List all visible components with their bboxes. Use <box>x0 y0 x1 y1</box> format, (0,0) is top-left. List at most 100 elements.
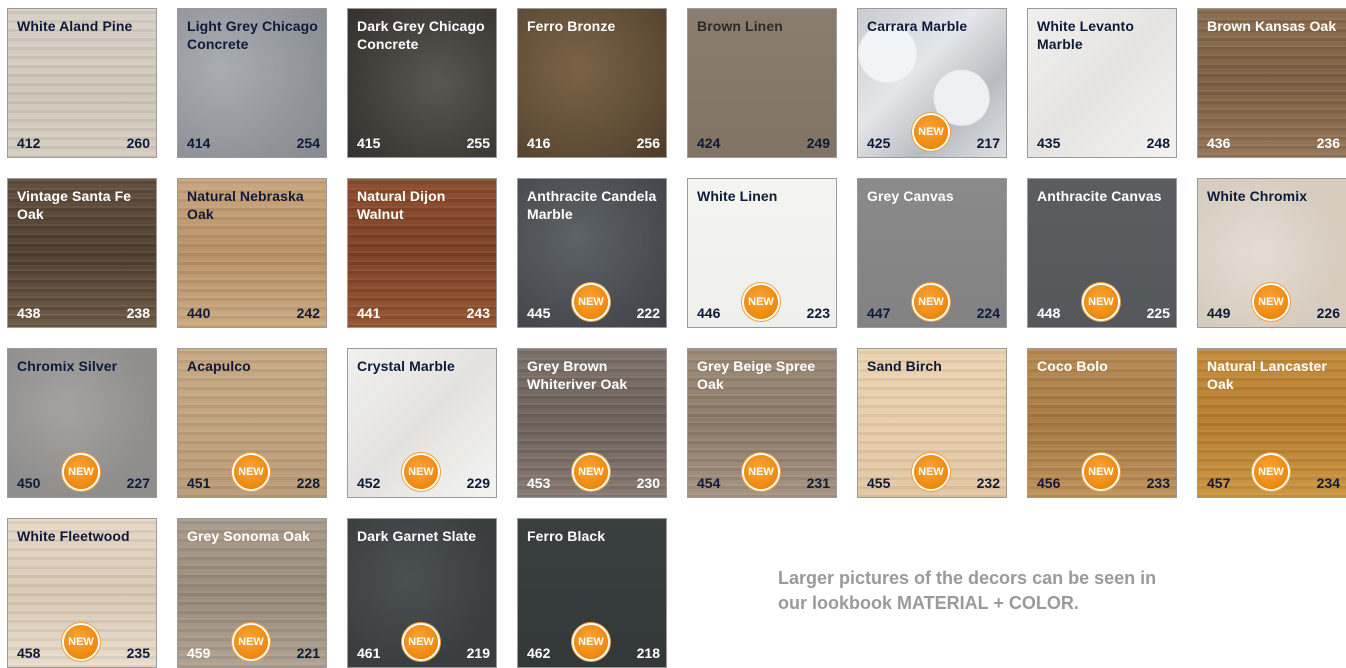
decor-code: 445 <box>527 305 551 321</box>
decor-tile-450[interactable]: Chromix Silver 450 NEW 227 <box>7 348 157 498</box>
decor-name: Acapulco <box>187 358 251 374</box>
decor-code: 446 <box>697 305 721 321</box>
decor-tile-453[interactable]: Grey Brown Whiteriver Oak 453 NEW 230 <box>517 348 667 498</box>
decor-code: 453 <box>527 475 551 491</box>
decor-name: Brown Kansas Oak <box>1207 18 1337 34</box>
decor-code: 441 <box>357 305 381 321</box>
decor-number: 229 <box>466 475 490 491</box>
decor-number: 232 <box>976 475 1000 491</box>
new-badge: NEW <box>404 625 438 659</box>
new-badge: NEW <box>914 455 948 489</box>
decor-number: 233 <box>1146 475 1170 491</box>
decor-tile-441[interactable]: Natural Dijon Walnut 441 243 <box>347 178 497 328</box>
decor-tile-462[interactable]: Ferro Black 462 NEW 218 <box>517 518 667 668</box>
decor-code: 451 <box>187 475 211 491</box>
decor-tile-456[interactable]: Coco Bolo 456 NEW 233 <box>1027 348 1177 498</box>
decor-tile-459[interactable]: Grey Sonoma Oak 459 NEW 221 <box>177 518 327 668</box>
decor-number: 231 <box>806 475 830 491</box>
decor-name: White Linen <box>697 188 778 204</box>
decor-name: Anthracite Canvas <box>1037 188 1162 204</box>
decor-tile-415[interactable]: Dark Grey Chicago Concrete 415 255 <box>347 8 497 158</box>
decor-code: 414 <box>187 135 211 151</box>
decor-code: 457 <box>1207 475 1231 491</box>
new-badge: NEW <box>1084 285 1118 319</box>
decor-code: 448 <box>1037 305 1061 321</box>
decor-tile-452[interactable]: Crystal Marble 452 NEW 229 <box>347 348 497 498</box>
decor-name: Dark Grey Chicago Concrete <box>357 18 485 52</box>
decor-code: 440 <box>187 305 211 321</box>
decor-number: 223 <box>806 305 830 321</box>
decor-name: Chromix Silver <box>17 358 118 374</box>
decor-code: 412 <box>17 135 41 151</box>
decor-code: 456 <box>1037 475 1061 491</box>
decor-number: 221 <box>296 645 320 661</box>
new-badge: NEW <box>1254 285 1288 319</box>
decor-tile-457[interactable]: Natural Lancaster Oak 457 NEW 234 <box>1197 348 1346 498</box>
decor-code: 435 <box>1037 135 1061 151</box>
decor-code: 436 <box>1207 135 1231 151</box>
lookbook-note-line1: Larger pictures of the decors can be see… <box>778 568 1157 588</box>
decor-code: 416 <box>527 135 551 151</box>
decor-code: 438 <box>17 305 41 321</box>
new-badge: NEW <box>914 285 948 319</box>
decor-name: Coco Bolo <box>1037 358 1108 374</box>
decor-name: Vintage Santa Fe Oak <box>17 188 132 222</box>
decor-number: 222 <box>636 305 660 321</box>
decor-name: Ferro Black <box>527 528 606 544</box>
decor-code: 452 <box>357 475 381 491</box>
new-badge: NEW <box>574 625 608 659</box>
decor-number: 218 <box>636 645 660 661</box>
decor-number: 260 <box>126 135 150 151</box>
decor-tile-438[interactable]: Vintage Santa Fe Oak 438 238 <box>7 178 157 328</box>
decor-name: Natural Nebraska Oak <box>187 188 304 222</box>
decor-number: 226 <box>1316 305 1340 321</box>
decor-tile-424[interactable]: Brown Linen 424 249 <box>687 8 837 158</box>
decor-name: Carrara Marble <box>867 18 968 34</box>
decor-name: Ferro Bronze <box>527 18 616 34</box>
decor-number: 230 <box>636 475 660 491</box>
decor-code: 450 <box>17 475 41 491</box>
decor-tile-416[interactable]: Ferro Bronze 416 256 <box>517 8 667 158</box>
lookbook-note: Larger pictures of the decors can be see… <box>778 566 1298 616</box>
decor-code: 454 <box>697 475 721 491</box>
decor-name: Grey Sonoma Oak <box>187 528 310 544</box>
decor-tile-447[interactable]: Grey Canvas 447 NEW 224 <box>857 178 1007 328</box>
decor-tile-455[interactable]: Sand Birch 455 NEW 232 <box>857 348 1007 498</box>
new-badge: NEW <box>64 625 98 659</box>
decor-name: White Aland Pine <box>17 18 133 34</box>
new-badge: NEW <box>404 455 438 489</box>
decor-tile-445[interactable]: Anthracite Candela Marble 445 NEW 222 <box>517 178 667 328</box>
decor-tile-461[interactable]: Dark Garnet Slate 461 NEW 219 <box>347 518 497 668</box>
decor-code: 447 <box>867 305 891 321</box>
decor-tile-414[interactable]: Light Grey Chicago Concrete 414 254 <box>177 8 327 158</box>
decor-code: 459 <box>187 645 211 661</box>
decor-tile-440[interactable]: Natural Nebraska Oak 440 242 <box>177 178 327 328</box>
decor-tile-449[interactable]: White Chromix 449 NEW 226 <box>1197 178 1346 328</box>
decor-tile-446[interactable]: White Linen 446 NEW 223 <box>687 178 837 328</box>
decor-tile-454[interactable]: Grey Beige Spree Oak 454 NEW 231 <box>687 348 837 498</box>
decor-number: 256 <box>636 135 660 151</box>
decor-number: 225 <box>1146 305 1170 321</box>
decor-name: White Chromix <box>1207 188 1308 204</box>
new-badge: NEW <box>744 285 778 319</box>
decor-code: 461 <box>357 645 381 661</box>
decor-tile-448[interactable]: Anthracite Canvas 448 NEW 225 <box>1027 178 1177 328</box>
decor-tile-451[interactable]: Acapulco 451 NEW 228 <box>177 348 327 498</box>
decor-number: 249 <box>806 135 830 151</box>
decor-code: 455 <box>867 475 891 491</box>
decor-code: 462 <box>527 645 551 661</box>
decor-tile-412[interactable]: White Aland Pine 412 260 <box>7 8 157 158</box>
new-badge: NEW <box>64 455 98 489</box>
decor-code: 449 <box>1207 305 1231 321</box>
decor-name: Brown Linen <box>697 18 783 34</box>
decor-tile-458[interactable]: White Fleetwood 458 NEW 235 <box>7 518 157 668</box>
new-badge: NEW <box>574 285 608 319</box>
decor-tile-435[interactable]: White Levanto Marble 435 248 <box>1027 8 1177 158</box>
decor-number: 235 <box>126 645 150 661</box>
decor-tile-436[interactable]: Brown Kansas Oak 436 236 <box>1197 8 1346 158</box>
decor-number: 234 <box>1316 475 1340 491</box>
decor-name: Natural Lancaster Oak <box>1207 358 1327 392</box>
decor-number: 227 <box>126 475 150 491</box>
decor-number: 236 <box>1316 135 1340 151</box>
decor-tile-425[interactable]: Carrara Marble 425 NEW 217 <box>857 8 1007 158</box>
